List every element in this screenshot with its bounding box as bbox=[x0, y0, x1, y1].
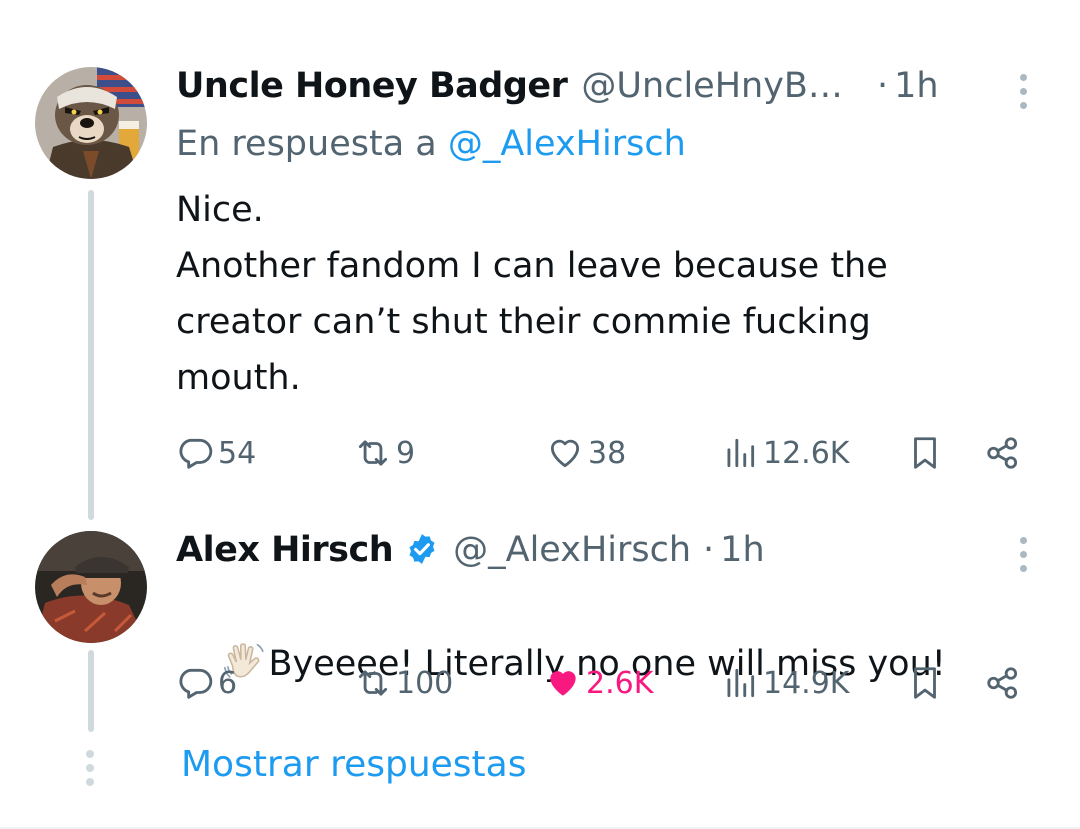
tweet-thread: Uncle Honey Badger @UncleHnyB… · 1h En r… bbox=[0, 0, 1080, 829]
more-options-icon[interactable] bbox=[1017, 74, 1029, 109]
repost-icon bbox=[358, 440, 388, 466]
heart-filled-icon bbox=[550, 671, 576, 696]
reply-icon bbox=[179, 438, 213, 469]
reply-count: 6 bbox=[218, 665, 238, 701]
tweet-header: Uncle Honey Badger @UncleHnyB… · 1h bbox=[176, 64, 939, 108]
avatar[interactable] bbox=[35, 67, 147, 179]
share-icon bbox=[987, 437, 1018, 469]
alex-hirsch-avatar-icon bbox=[35, 531, 147, 643]
reply-count: 54 bbox=[218, 435, 257, 471]
bookmark-button[interactable] bbox=[906, 661, 944, 705]
tweet-header: Alex Hirsch @_AlexHirsch · 1h bbox=[176, 527, 765, 572]
more-options-icon[interactable] bbox=[1017, 537, 1029, 572]
view-count: 12.6K bbox=[763, 435, 850, 471]
repost-count: 100 bbox=[396, 665, 454, 701]
reply-button[interactable]: 54 bbox=[176, 431, 256, 475]
bookmark-icon bbox=[914, 437, 936, 469]
view-count: 14.9K bbox=[763, 665, 850, 701]
repost-icon bbox=[358, 670, 388, 696]
verified-badge-icon[interactable] bbox=[405, 532, 439, 566]
views-button[interactable]: 12.6K bbox=[721, 431, 849, 475]
user-handle[interactable]: @_AlexHirsch bbox=[453, 528, 691, 572]
user-handle[interactable]: @UncleHnyB… bbox=[581, 64, 843, 108]
repost-button[interactable]: 100 bbox=[354, 661, 453, 705]
share-button[interactable] bbox=[984, 431, 1022, 475]
like-count: 38 bbox=[588, 435, 627, 471]
like-button[interactable]: 38 bbox=[546, 431, 626, 475]
reply-context: En respuesta a @_AlexHirsch bbox=[176, 122, 686, 166]
timestamp[interactable]: 1h bbox=[720, 528, 764, 572]
thread-connector-line bbox=[88, 190, 94, 520]
avatar[interactable] bbox=[35, 531, 147, 643]
thread-continuation-dots bbox=[86, 750, 94, 786]
timestamp[interactable]: 1h bbox=[894, 64, 938, 108]
like-count: 2.6K bbox=[586, 665, 654, 701]
like-button[interactable]: 2.6K bbox=[544, 661, 653, 705]
analytics-icon bbox=[727, 668, 755, 698]
display-name[interactable]: Uncle Honey Badger bbox=[176, 64, 568, 108]
separator-dot: · bbox=[876, 66, 889, 106]
repost-button[interactable]: 9 bbox=[354, 431, 415, 475]
tweet-actions: 54 9 38 12.6K bbox=[176, 431, 1056, 475]
thread-connector-line bbox=[88, 650, 94, 732]
reply-icon bbox=[179, 668, 213, 699]
views-button[interactable]: 14.9K bbox=[721, 661, 849, 705]
analytics-icon bbox=[727, 438, 755, 468]
tweet-actions: 6 100 2.6K 14.9K bbox=[176, 661, 1056, 705]
heart-icon bbox=[550, 439, 580, 468]
share-icon bbox=[987, 667, 1018, 699]
repost-count: 9 bbox=[396, 435, 416, 471]
honey-badger-avatar-icon bbox=[35, 67, 147, 179]
bookmark-icon bbox=[914, 667, 936, 699]
reply-button[interactable]: 6 bbox=[176, 661, 237, 705]
bookmark-button[interactable] bbox=[906, 431, 944, 475]
reply-prefix: En respuesta a bbox=[176, 124, 448, 164]
reply-mention-link[interactable]: @_AlexHirsch bbox=[448, 124, 686, 164]
show-replies-link[interactable]: Mostrar respuestas bbox=[181, 740, 526, 790]
display-name[interactable]: Alex Hirsch bbox=[176, 528, 394, 572]
separator-dot: · bbox=[703, 530, 715, 570]
share-button[interactable] bbox=[984, 661, 1022, 705]
tweet-text: Nice. Another fandom I can leave because… bbox=[176, 190, 888, 398]
